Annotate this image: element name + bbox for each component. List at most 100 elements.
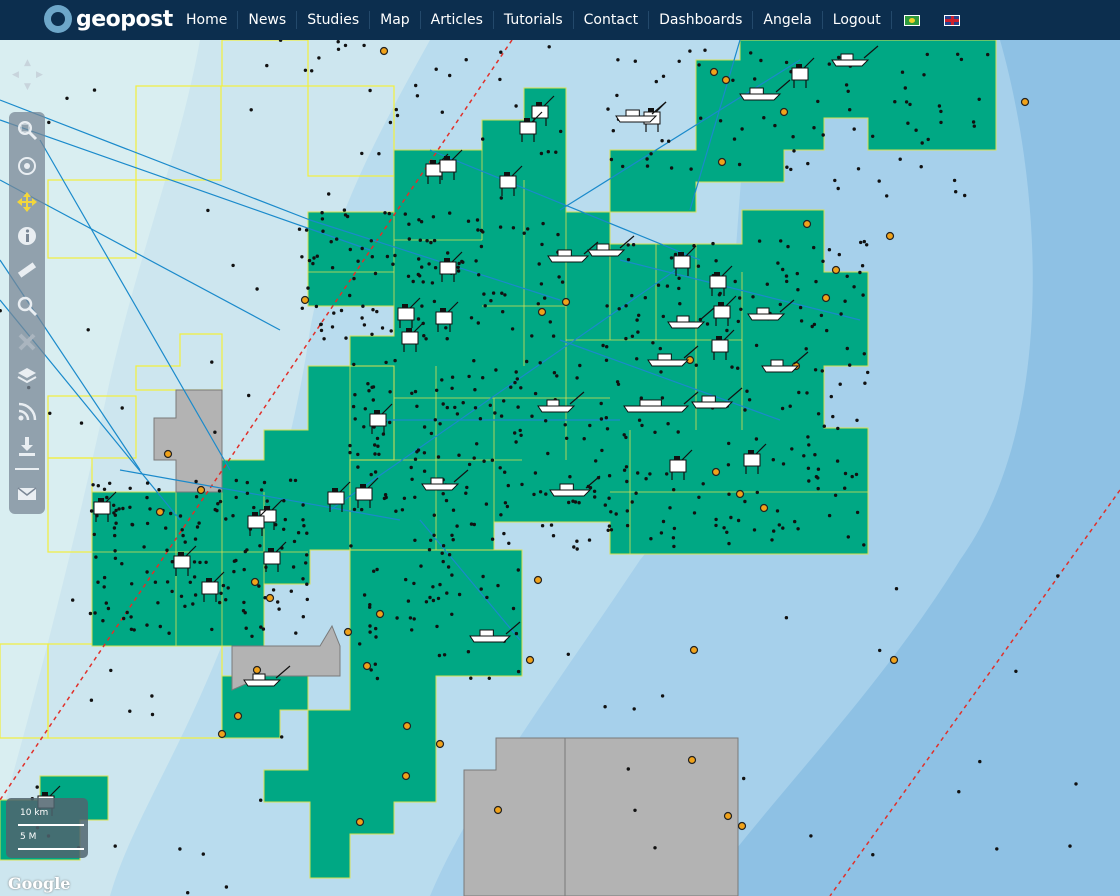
well-point xyxy=(415,404,419,408)
download-icon[interactable] xyxy=(13,432,41,460)
well-point xyxy=(148,507,152,511)
well-point xyxy=(451,538,455,542)
well-point xyxy=(604,358,609,362)
nav-news[interactable]: News xyxy=(238,11,298,29)
well-point xyxy=(672,488,676,492)
well-point xyxy=(244,626,248,630)
well-point xyxy=(121,506,125,511)
nav-studies[interactable]: Studies xyxy=(297,11,371,29)
well-point xyxy=(453,405,457,410)
well-point xyxy=(754,437,759,441)
well-point xyxy=(377,452,381,456)
well-point xyxy=(855,510,860,515)
pan-right-icon[interactable]: ▶ xyxy=(36,70,43,80)
nav-user-angela[interactable]: Angela xyxy=(753,11,823,29)
well-point xyxy=(838,382,842,386)
well-point xyxy=(380,326,385,330)
brazil-flag-icon[interactable] xyxy=(903,14,920,26)
well-point xyxy=(573,500,578,504)
nav-tutorials[interactable]: Tutorials xyxy=(494,11,574,29)
well-point xyxy=(388,390,392,394)
nav-dashboards[interactable]: Dashboards xyxy=(649,11,754,29)
zoom-box-icon[interactable] xyxy=(13,116,41,144)
well-point xyxy=(839,312,843,316)
well-point xyxy=(446,565,451,569)
well-point xyxy=(406,599,411,603)
pan-control[interactable]: ▲ ◀ ▶ ▼ xyxy=(12,58,46,92)
well-point xyxy=(259,798,263,802)
well-point xyxy=(113,513,118,517)
facility-point xyxy=(355,817,365,827)
top-navbar: geopost Home News Studies Map Articles T… xyxy=(0,0,1120,40)
well-point xyxy=(533,471,538,475)
well-point xyxy=(271,588,276,592)
well-point xyxy=(648,472,652,476)
search-icon[interactable] xyxy=(13,292,41,320)
well-point xyxy=(600,448,604,453)
layers-icon[interactable] xyxy=(13,362,41,390)
uk-flag-icon[interactable] xyxy=(943,14,960,26)
rss-icon[interactable] xyxy=(13,398,41,426)
well-point xyxy=(625,523,630,528)
well-point xyxy=(649,537,653,541)
well-point xyxy=(441,402,445,406)
well-point xyxy=(142,545,146,549)
facility-point xyxy=(687,755,697,765)
nav-menu: Home News Studies Map Articles Tutorials… xyxy=(176,0,972,40)
well-point xyxy=(113,556,118,560)
well-point xyxy=(560,280,565,284)
well-point xyxy=(843,471,848,476)
well-point xyxy=(319,322,323,327)
well-point xyxy=(605,427,610,431)
well-point xyxy=(633,808,637,812)
nav-map[interactable]: Map xyxy=(370,11,421,29)
well-point xyxy=(636,330,640,334)
nav-home[interactable]: Home xyxy=(176,11,239,29)
well-point xyxy=(722,526,726,530)
well-point xyxy=(952,178,957,183)
measure-icon[interactable] xyxy=(13,256,41,284)
well-point xyxy=(762,116,766,120)
well-point xyxy=(856,167,861,171)
well-point xyxy=(469,316,474,320)
well-point xyxy=(692,511,697,515)
nav-articles[interactable]: Articles xyxy=(421,11,494,29)
well-point xyxy=(954,190,958,194)
pan-icon[interactable] xyxy=(13,188,41,216)
pan-up-icon[interactable]: ▲ xyxy=(24,58,31,68)
well-point xyxy=(559,129,563,134)
well-point xyxy=(937,104,942,108)
well-point xyxy=(419,564,423,568)
well-point xyxy=(752,528,757,532)
well-point xyxy=(667,139,671,143)
well-point xyxy=(195,525,200,529)
clear-icon[interactable] xyxy=(13,328,41,356)
well-point xyxy=(368,605,372,609)
well-point xyxy=(356,259,360,263)
map-svg[interactable] xyxy=(0,40,1120,896)
well-point xyxy=(779,239,783,243)
well-point xyxy=(387,211,391,216)
well-point xyxy=(603,705,607,709)
pan-down-icon[interactable]: ▼ xyxy=(24,82,31,92)
scale-km-label: 10 km xyxy=(20,808,49,818)
well-point xyxy=(575,376,579,380)
nav-logout[interactable]: Logout xyxy=(823,11,892,29)
well-point xyxy=(592,489,597,493)
zoom-extent-icon[interactable] xyxy=(13,152,41,180)
well-point xyxy=(806,466,811,470)
geopost-logo[interactable]: geopost xyxy=(44,4,173,34)
well-point xyxy=(232,569,236,574)
pan-left-icon[interactable]: ◀ xyxy=(12,70,19,80)
map-canvas[interactable] xyxy=(0,40,1120,896)
info-icon[interactable] xyxy=(13,222,41,250)
well-point xyxy=(540,242,544,247)
well-point xyxy=(795,271,799,276)
email-icon[interactable] xyxy=(13,480,41,508)
nav-contact[interactable]: Contact xyxy=(574,11,650,29)
well-point xyxy=(624,465,629,469)
well-point xyxy=(843,299,847,303)
well-point xyxy=(352,507,357,512)
well-point xyxy=(516,669,521,674)
well-point xyxy=(551,334,556,338)
